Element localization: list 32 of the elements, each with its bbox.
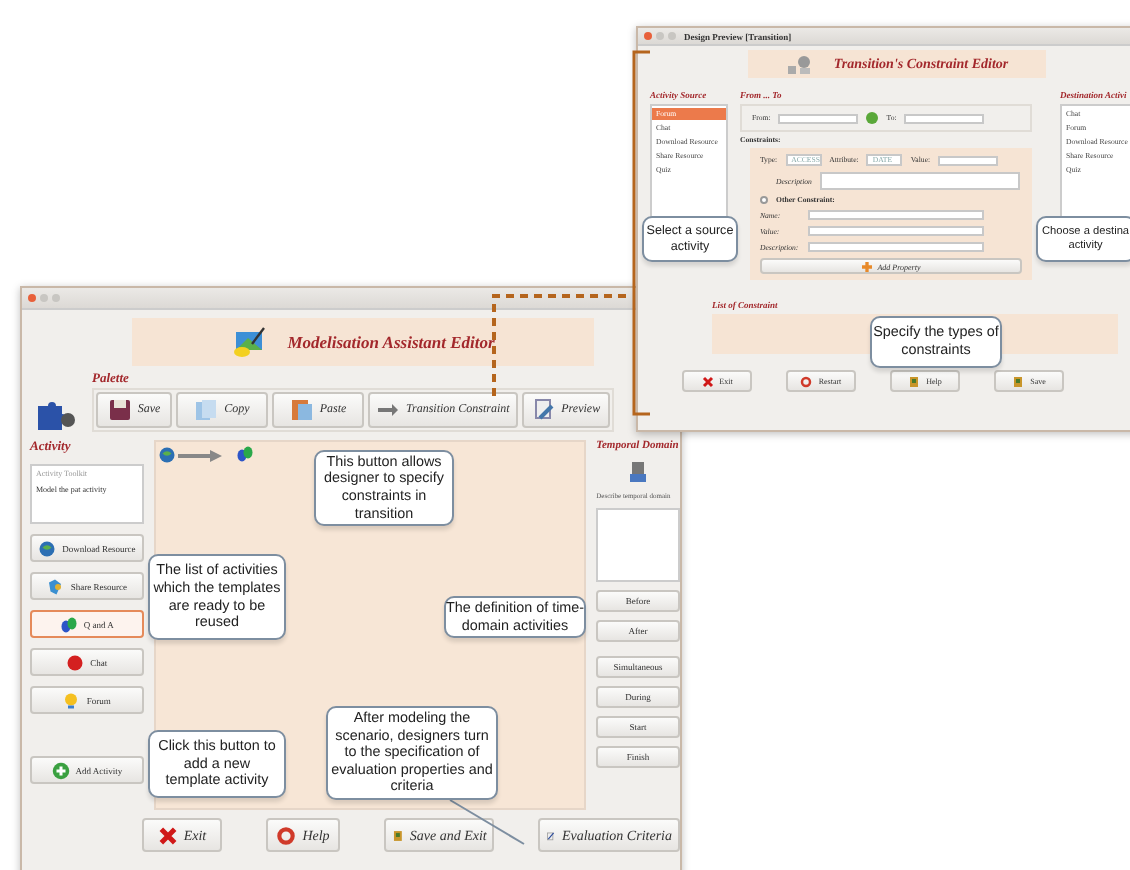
restart-icon bbox=[800, 375, 813, 387]
description-field[interactable] bbox=[819, 172, 1020, 190]
bulb-icon bbox=[62, 691, 81, 709]
value-field[interactable] bbox=[938, 155, 999, 165]
people-icon bbox=[235, 444, 254, 464]
cross-icon bbox=[701, 375, 714, 387]
door-icon bbox=[392, 825, 404, 845]
text-field[interactable] bbox=[808, 210, 984, 220]
editor-title: Modelisation Assistant Editor bbox=[287, 332, 495, 352]
save-icon bbox=[1012, 375, 1025, 387]
people-icon bbox=[59, 615, 78, 633]
puzzle-icon bbox=[36, 398, 76, 432]
paint-icon bbox=[231, 326, 268, 358]
globe-icon bbox=[157, 446, 176, 464]
preview-icon bbox=[531, 398, 556, 422]
figure-icon bbox=[785, 53, 814, 75]
cross-icon bbox=[157, 825, 178, 845]
globe-icon bbox=[38, 539, 57, 557]
paste-icon bbox=[289, 398, 314, 422]
radio-button[interactable] bbox=[760, 196, 768, 204]
ball-icon bbox=[66, 653, 85, 671]
bird-icon bbox=[46, 577, 65, 595]
from-field[interactable] bbox=[778, 113, 859, 123]
copy-icon bbox=[194, 398, 219, 422]
to-field[interactable] bbox=[904, 113, 985, 123]
text-field[interactable] bbox=[808, 242, 984, 252]
temporal-text-area[interactable] bbox=[596, 508, 680, 582]
plus-icon bbox=[51, 761, 70, 779]
robot-icon bbox=[628, 460, 649, 484]
dashed-connector bbox=[492, 294, 632, 396]
text-field[interactable] bbox=[808, 226, 984, 236]
plus-icon bbox=[861, 261, 872, 271]
